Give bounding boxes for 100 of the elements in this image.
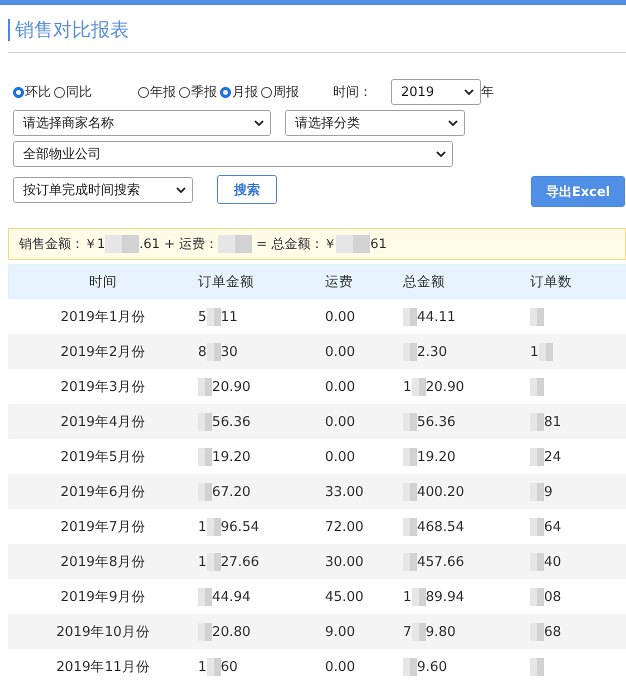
radio-option[interactable]: 年报 [138, 83, 176, 101]
search-button[interactable]: 搜索 [217, 175, 277, 204]
table-cell: 468.54 [403, 518, 530, 536]
table-cell-text: 2019年4月份 [60, 412, 146, 430]
table-cell-text: 33.00 [325, 484, 365, 500]
table-cell: 40 [530, 552, 626, 570]
chevron-down-icon [448, 118, 458, 128]
chevron-down-icon [254, 118, 264, 128]
redaction-mark [198, 378, 212, 396]
redaction-mark [530, 482, 544, 500]
redaction-mark [530, 448, 544, 466]
table-cell-text: 2019年5月份 [60, 448, 146, 466]
redaction-mark [198, 588, 212, 606]
redaction-mark [198, 412, 212, 430]
column-header: 运费 [325, 272, 354, 290]
table-cell: 56.36 [198, 412, 325, 430]
table-cell: 457.66 [403, 552, 530, 570]
table-cell-text: 2019年2月份 [60, 342, 146, 360]
table-cell-text: 7 9.80 [403, 622, 457, 640]
redaction-mark [105, 235, 140, 253]
redaction-mark [403, 482, 417, 500]
column-header: 订单数 [530, 272, 573, 290]
table-cell: 67.20 [198, 482, 325, 500]
table-cell-text: 5 11 [198, 308, 239, 326]
table-cell: 64 [530, 518, 626, 536]
table-cell-text: 1 60 [198, 658, 239, 676]
redaction-mark [530, 518, 544, 536]
table-cell: 56.36 [403, 412, 530, 430]
redaction-mark [530, 552, 544, 570]
column-header: 时间 [88, 272, 118, 290]
radio-option[interactable]: 环比 [13, 83, 51, 101]
table-cell-text: 2019年9月份 [60, 588, 146, 606]
merchant-select[interactable]: 请选择商家名称 [13, 110, 271, 136]
category-select[interactable]: 请选择分类 [285, 110, 465, 136]
redaction-mark [218, 235, 252, 253]
table-cell-text: 2019年8月份 [60, 552, 146, 570]
redaction-mark [403, 308, 417, 326]
company-select[interactable]: 全部物业公司 [13, 141, 453, 167]
table-cell: 44.11 [403, 308, 530, 326]
redaction-mark [530, 378, 544, 396]
redaction-mark [206, 658, 221, 676]
table-cell-text: 0.00 [325, 414, 356, 430]
redaction-mark [403, 658, 417, 676]
table-cell-text: 30.00 [325, 554, 365, 570]
table-cell-text: 1 96.54 [198, 518, 260, 536]
radio-option[interactable]: 月报 [220, 83, 258, 101]
table-cell: 44.94 [198, 588, 325, 606]
redaction-mark [530, 658, 544, 676]
table-cell-text: 72.00 [325, 518, 365, 534]
redaction-mark [403, 552, 417, 570]
time-label: 时间： [333, 84, 372, 101]
redaction-mark [206, 518, 221, 536]
radio-option[interactable]: 同比 [54, 83, 92, 101]
table-cell-text: 0.00 [325, 658, 356, 674]
table-cell: 24 [530, 448, 626, 466]
redaction-mark [530, 622, 544, 640]
column-header: 订单金额 [198, 272, 255, 290]
table-cell: 9.60 [403, 658, 530, 676]
table-cell: 08 [530, 588, 626, 606]
chevron-down-icon [436, 149, 446, 159]
table-cell-text: 2019年11月份 [55, 658, 151, 676]
table-cell: 68 [530, 622, 626, 640]
table-cell-text: 2019年7月份 [60, 518, 146, 536]
table-cell-text: 2019年1月份 [60, 308, 146, 326]
table-cell-text: 2019年6月份 [60, 482, 146, 500]
table-cell-text: 8 30 [198, 342, 239, 360]
redaction-mark [403, 412, 417, 430]
redaction-mark [198, 622, 212, 640]
table-cell-text: 0.00 [325, 344, 356, 360]
redaction-mark [206, 308, 221, 326]
redaction-mark [530, 308, 544, 326]
table-cell-text: 2019年10月份 [55, 622, 151, 640]
table-cell: 19.20 [403, 448, 530, 466]
table-cell-text: 0.00 [325, 378, 356, 394]
year-unit: 年 [481, 84, 494, 101]
search-mode-select[interactable]: 按订单完成时间搜索 [13, 176, 193, 202]
table-cell-text: 45.00 [325, 588, 365, 604]
radio-option[interactable]: 周报 [261, 83, 299, 101]
redaction-mark [412, 378, 426, 396]
redaction-mark [336, 235, 370, 253]
redaction-mark [538, 342, 553, 360]
year-select[interactable]: 2019 [391, 79, 481, 105]
table-cell: 2.30 [403, 342, 530, 360]
redaction-mark [198, 482, 212, 500]
table-cell-text: 9.00 [325, 624, 356, 640]
table-cell-text: 2019年3月份 [60, 378, 146, 396]
redaction-mark [530, 412, 544, 430]
table-cell: 81 [530, 412, 626, 430]
redaction-mark [403, 518, 417, 536]
redaction-mark [206, 342, 221, 360]
radio-option[interactable]: 季报 [179, 83, 217, 101]
page-title: 销售对比报表 [8, 19, 129, 41]
redaction-mark [403, 448, 417, 466]
column-header: 总金额 [403, 272, 446, 290]
redaction-mark [412, 622, 426, 640]
summary-bar: 销售金额：￥1 .61 + 运费： = 总金额：￥ 61 [8, 228, 626, 260]
table-cell-text: 0.00 [325, 448, 356, 464]
redaction-mark [206, 552, 221, 570]
table-cell: 9 [530, 482, 626, 500]
redaction-mark [530, 588, 544, 606]
